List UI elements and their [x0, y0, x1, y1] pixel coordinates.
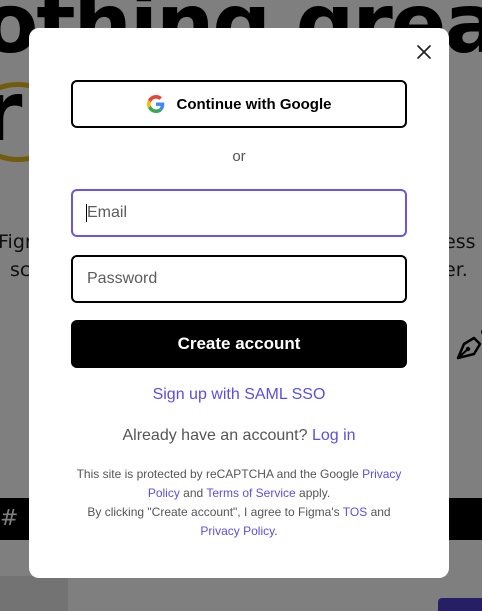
password-field[interactable] — [71, 255, 407, 303]
legal-and-text-2: and — [370, 505, 391, 519]
email-field[interactable] — [71, 189, 407, 237]
close-icon — [417, 45, 431, 59]
legal-period: . — [274, 524, 278, 538]
close-button[interactable] — [413, 41, 435, 63]
legal-notice: This site is protected by reCAPTCHA and … — [65, 465, 413, 541]
figma-tos-link[interactable]: TOS — [343, 505, 367, 519]
or-divider: or — [232, 148, 246, 165]
google-logo-icon — [146, 95, 164, 113]
saml-sso-link[interactable]: Sign up with SAML SSO — [29, 386, 449, 404]
legal-apply-text: apply. — [299, 486, 331, 500]
create-account-button[interactable]: Create account — [71, 320, 407, 368]
signup-modal: Continue with Google or Create account S… — [29, 28, 449, 578]
recaptcha-text: This site is protected by reCAPTCHA and … — [76, 467, 359, 481]
agree-text: By clicking "Create account", I agree to… — [87, 505, 340, 519]
text-caret — [86, 204, 87, 222]
terms-of-service-link[interactable]: Terms of Service — [206, 486, 295, 500]
figma-privacy-policy-link[interactable]: Privacy Policy — [200, 524, 274, 538]
login-prompt-text: Already have an account? — [122, 427, 308, 444]
login-prompt: Already have an account? Log in — [29, 427, 449, 445]
google-button-label: Continue with Google — [176, 95, 332, 113]
log-in-link[interactable]: Log in — [312, 427, 356, 444]
legal-and-text: and — [183, 486, 204, 500]
continue-with-google-button[interactable]: Continue with Google — [71, 80, 407, 128]
